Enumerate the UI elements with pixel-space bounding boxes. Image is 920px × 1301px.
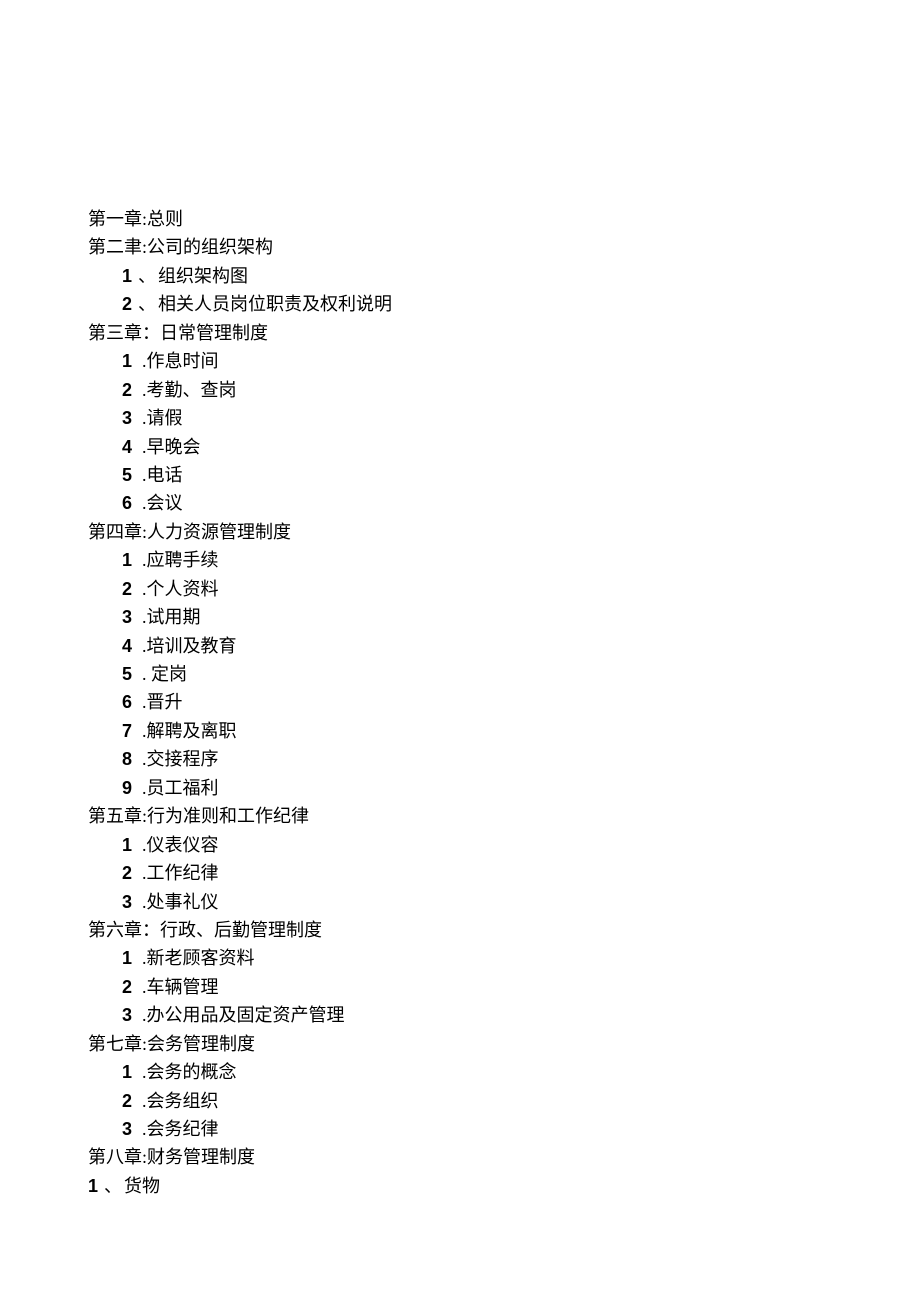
toc-item: 2.考勤、查岗	[88, 376, 920, 404]
toc-item: 1.作息时间	[88, 347, 920, 375]
document-body: 第一章:总则第二聿:公司的组织架构1、组织架构图2、相关人员岗位职责及权利说明第…	[88, 205, 920, 1200]
toc-item-number: 2	[122, 290, 136, 318]
toc-item-number: 3	[122, 1001, 136, 1029]
toc-item-number: 4	[122, 433, 136, 461]
toc-item: 5. 定岗	[88, 660, 920, 688]
toc-item-text: 晋升	[147, 692, 183, 712]
toc-item-text: 货物	[124, 1176, 160, 1196]
toc-item-separator: 、	[138, 294, 156, 314]
chapter-title: 第六章：行政、后勤管理制度	[88, 916, 920, 944]
toc-item: 4.早晚会	[88, 433, 920, 461]
toc-item-text: 试用期	[147, 607, 201, 627]
toc-item-text: 工作纪律	[147, 863, 219, 883]
toc-item: 9.员工福利	[88, 774, 920, 802]
toc-item: 1、组织架构图	[88, 262, 920, 290]
toc-item: 1.会务的概念	[88, 1058, 920, 1086]
toc-item-text: 员工福利	[147, 778, 219, 798]
toc-item: 2.车辆管理	[88, 973, 920, 1001]
toc-item-text: 考勤、查岗	[147, 380, 237, 400]
toc-item-text: 组织架构图	[158, 266, 248, 286]
toc-item-number: 6	[122, 489, 136, 517]
chapter-title: 第三章：日常管理制度	[88, 319, 920, 347]
toc-item: 2.工作纪律	[88, 859, 920, 887]
toc-item: 3.请假	[88, 404, 920, 432]
toc-item: 3.处事礼仪	[88, 888, 920, 916]
toc-item-number: 2	[122, 376, 136, 404]
toc-item: 6.晋升	[88, 688, 920, 716]
toc-item-text: 应聘手续	[147, 550, 219, 570]
chapter-title: 第一章:总则	[88, 205, 920, 233]
toc-item-text: 处事礼仪	[147, 892, 219, 912]
toc-item-number: 7	[122, 717, 136, 745]
toc-item-number: 3	[122, 603, 136, 631]
toc-item: 1.新老顾客资料	[88, 944, 920, 972]
toc-item: 3.试用期	[88, 603, 920, 631]
toc-item-text: 解聘及离职	[147, 721, 237, 741]
chapter-title: 第七章:会务管理制度	[88, 1030, 920, 1058]
toc-item-number: 2	[122, 575, 136, 603]
chapter-title: 第五章:行为准则和工作纪律	[88, 802, 920, 830]
toc-item-number: 5	[122, 660, 136, 688]
toc-item-number: 1	[122, 262, 136, 290]
toc-item-text: 交接程序	[147, 749, 219, 769]
toc-item-separator: 、	[104, 1176, 122, 1196]
toc-item-number: 9	[122, 774, 136, 802]
toc-item: 7.解聘及离职	[88, 717, 920, 745]
toc-item: 3.会务纪律	[88, 1115, 920, 1143]
toc-item: 3.办公用品及固定资产管理	[88, 1001, 920, 1029]
toc-item-number: 6	[122, 688, 136, 716]
toc-item-number: 1	[122, 831, 136, 859]
toc-item-text: 新老顾客资料	[147, 948, 255, 968]
toc-item-number: 1	[122, 944, 136, 972]
toc-item-text: 早晚会	[147, 437, 201, 457]
toc-item-number: 2	[122, 1087, 136, 1115]
toc-item-text: 会务的概念	[147, 1062, 237, 1082]
toc-item-text: 电话	[147, 465, 183, 485]
toc-item-text: 请假	[147, 408, 183, 428]
toc-item: 2.会务组织	[88, 1087, 920, 1115]
toc-item: 4.培训及教育	[88, 632, 920, 660]
toc-item-number: 1	[122, 347, 136, 375]
chapter-title: 第二聿:公司的组织架构	[88, 233, 920, 261]
toc-item-text: 仪表仪容	[147, 835, 219, 855]
toc-item-text: 相关人员岗位职责及权利说明	[158, 294, 392, 314]
toc-item-number: 1	[88, 1172, 102, 1200]
toc-item: 2、相关人员岗位职责及权利说明	[88, 290, 920, 318]
toc-item-number: 1	[122, 1058, 136, 1086]
toc-item: 1.应聘手续	[88, 546, 920, 574]
toc-item-text: 办公用品及固定资产管理	[147, 1005, 345, 1025]
toc-item-text: 会务纪律	[147, 1119, 219, 1139]
toc-item-number: 2	[122, 973, 136, 1001]
toc-item-number: 1	[122, 546, 136, 574]
toc-item-number: 5	[122, 461, 136, 489]
toc-item-text: 个人资料	[147, 579, 219, 599]
toc-item-text: 作息时间	[147, 351, 219, 371]
toc-item-text: 会议	[147, 493, 183, 513]
toc-item-text: 车辆管理	[147, 977, 219, 997]
toc-item: 1.仪表仪容	[88, 831, 920, 859]
toc-item: 5.电话	[88, 461, 920, 489]
toc-item-number: 8	[122, 745, 136, 773]
toc-item-number: 4	[122, 632, 136, 660]
toc-item-number: 3	[122, 1115, 136, 1143]
toc-item-number: 3	[122, 404, 136, 432]
toc-item-number: 2	[122, 859, 136, 887]
toc-item: 2.个人资料	[88, 575, 920, 603]
toc-item-text: 会务组织	[147, 1091, 219, 1111]
toc-item: 1、货物	[88, 1172, 920, 1200]
toc-item-text: 定岗	[147, 664, 188, 684]
toc-item-separator: 、	[138, 266, 156, 286]
toc-item: 6.会议	[88, 489, 920, 517]
toc-item-number: 3	[122, 888, 136, 916]
toc-item: 8.交接程序	[88, 745, 920, 773]
toc-item-text: 培训及教育	[147, 636, 237, 656]
chapter-title: 第四章:人力资源管理制度	[88, 518, 920, 546]
chapter-title: 第八章:财务管理制度	[88, 1143, 920, 1171]
